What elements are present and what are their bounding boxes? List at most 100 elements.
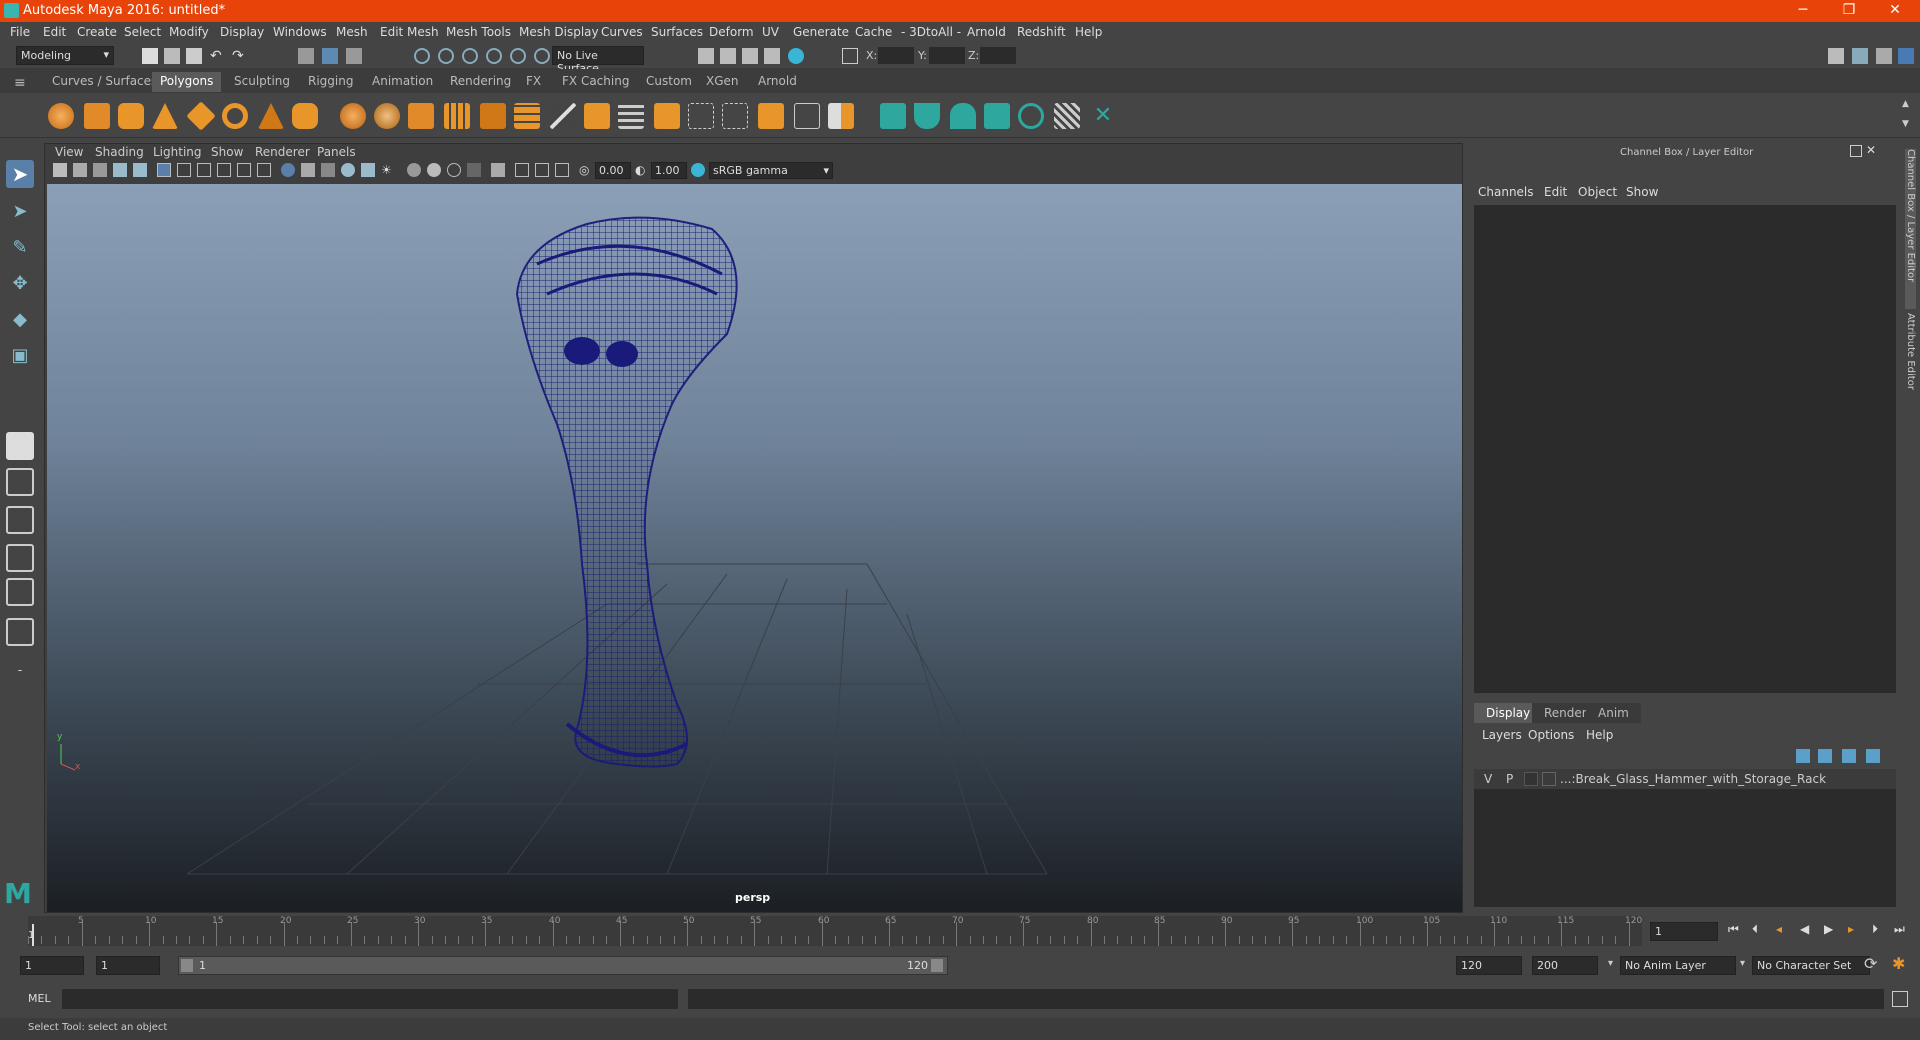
snap-surface-icon[interactable] (510, 48, 526, 64)
channel-box-toggle-icon[interactable] (1898, 48, 1914, 64)
menu-arnold[interactable]: Arnold (967, 25, 1006, 39)
playback-start-field[interactable]: 1 (96, 956, 160, 975)
shelf-tab-animation[interactable]: Animation (364, 72, 441, 92)
menu-deform[interactable]: Deform (709, 25, 754, 39)
step-forward-frame-icon[interactable]: ▸ (1848, 922, 1854, 936)
y-input[interactable] (929, 47, 965, 64)
film-gate-icon[interactable] (177, 163, 191, 177)
layer-menu-help[interactable]: Help (1586, 728, 1613, 742)
open-scene-icon[interactable] (164, 48, 180, 64)
gate-mask-icon[interactable] (217, 163, 231, 177)
shelf-scroll-down-icon[interactable]: ▼ (1902, 119, 1918, 135)
menu-mesh[interactable]: Mesh (336, 25, 368, 39)
poly-sphere-icon[interactable] (48, 103, 74, 129)
shelf-tab-polygons[interactable]: Polygons (152, 72, 222, 92)
hypershade-icon[interactable] (788, 48, 804, 64)
boolean-icon[interactable] (758, 103, 784, 129)
menu-3dtoall[interactable]: - 3DtoAll - (901, 25, 961, 39)
poly-cube-icon[interactable] (84, 103, 110, 129)
select-tool-icon[interactable]: ➤ (6, 160, 34, 188)
motion-blur-icon[interactable] (427, 163, 441, 177)
persp-graph-layout-icon[interactable] (6, 544, 34, 572)
step-forward-key-icon[interactable]: ⏵ (1872, 922, 1878, 937)
xray-components-icon[interactable] (555, 163, 569, 177)
gamma-icon[interactable]: ◐ (635, 163, 649, 177)
script-editor-icon[interactable] (1892, 991, 1908, 1007)
mode-dropdown[interactable]: Modeling ▾ (16, 46, 114, 65)
wireframe-on-shaded-icon[interactable] (321, 163, 335, 177)
menu-help[interactable]: Help (1075, 25, 1102, 39)
menu-surfaces[interactable]: Surfaces (651, 25, 703, 39)
uv-cylindrical-icon[interactable] (914, 103, 940, 129)
uv-layout-icon[interactable] (1054, 103, 1080, 129)
multi-cut-icon[interactable] (550, 103, 576, 129)
layer-playback-toggle[interactable]: P (1506, 772, 1513, 786)
camera-select-icon[interactable] (53, 163, 67, 177)
merge-icon[interactable] (794, 103, 820, 129)
new-layer-selected-icon[interactable] (1866, 749, 1880, 763)
ipr-render-icon[interactable] (742, 48, 758, 64)
poly-torus-icon[interactable] (222, 103, 248, 129)
gamma-field[interactable]: 1.00 (651, 162, 687, 179)
menu-uv[interactable]: UV (762, 25, 779, 39)
rotate-tool-icon[interactable]: ◆ (6, 306, 34, 334)
image-plane-icon[interactable] (113, 163, 127, 177)
xray-icon[interactable] (515, 163, 529, 177)
bridge-icon[interactable] (514, 103, 540, 129)
layer-row[interactable]: V P ...:Break_Glass_Hammer_with_Storage_… (1474, 769, 1896, 789)
menu-edit-mesh[interactable]: Edit Mesh (380, 25, 439, 39)
uv-editor-icon[interactable]: ✕ (1090, 103, 1116, 129)
menu-create[interactable]: Create (77, 25, 117, 39)
minimize-button[interactable]: ─ (1780, 0, 1826, 22)
mirror-icon[interactable] (828, 103, 854, 129)
shelf-tab-rendering[interactable]: Rendering (442, 72, 519, 92)
character-set-dropdown[interactable]: No Character Set (1752, 956, 1870, 975)
ambient-occlusion-icon[interactable] (407, 163, 421, 177)
layer-type-toggle[interactable] (1524, 772, 1538, 786)
color-space-dropdown[interactable]: sRGB gamma ▾ (709, 162, 833, 179)
outliner-layout-icon[interactable] (6, 578, 34, 606)
uv-auto-icon[interactable] (984, 103, 1010, 129)
float-panel-icon[interactable] (1850, 145, 1862, 157)
save-scene-icon[interactable] (186, 48, 202, 64)
step-back-frame-icon[interactable]: ◂ (1776, 922, 1782, 936)
shadows-icon[interactable]: ☀ (381, 163, 395, 177)
smooth-shade-icon[interactable] (301, 163, 315, 177)
anim-layer-dropdown[interactable]: No Anim Layer (1620, 956, 1736, 975)
cb-menu-edit[interactable]: Edit (1544, 185, 1567, 199)
shelf-scroll-up-icon[interactable]: ▲ (1902, 99, 1918, 115)
uv-planar-icon[interactable] (880, 103, 906, 129)
render-current-icon[interactable] (720, 48, 736, 64)
uv-unfold-icon[interactable] (1018, 103, 1044, 129)
menu-mesh-tools[interactable]: Mesh Tools (446, 25, 511, 39)
snap-point-icon[interactable] (462, 48, 478, 64)
fill-hole-icon[interactable] (654, 103, 680, 129)
go-to-start-icon[interactable]: ⏮ (1728, 922, 1739, 937)
viewport-menu-panels[interactable]: Panels (317, 145, 356, 159)
combine-icon[interactable] (340, 103, 366, 129)
range-end-handle[interactable] (931, 959, 943, 972)
xray-joints-icon[interactable] (535, 163, 549, 177)
cb-menu-show[interactable]: Show (1626, 185, 1658, 199)
use-lights-icon[interactable] (361, 163, 375, 177)
menu-select[interactable]: Select (124, 25, 161, 39)
layer-menu-options[interactable]: Options (1528, 728, 1574, 742)
go-to-end-icon[interactable]: ⏭ (1894, 922, 1905, 937)
four-view-layout-icon[interactable] (6, 468, 34, 496)
custom-layout-icon[interactable]: - (6, 656, 34, 684)
shelf-menu-icon[interactable]: ≡ (6, 73, 34, 93)
play-forward-icon[interactable]: ▶ (1824, 922, 1833, 936)
new-scene-icon[interactable] (142, 48, 158, 64)
menu-curves[interactable]: Curves (601, 25, 643, 39)
scale-tool-icon[interactable]: ▣ (6, 342, 34, 370)
shelf-tab-xgen[interactable]: XGen (698, 72, 747, 92)
select-component-icon[interactable] (346, 48, 362, 64)
time-slider[interactable]: 5 10 15 20 25 30 35 40 45 50 55 60 65 70 75 80 85 90 95 100… (28, 916, 1642, 946)
viewport-menu-view[interactable]: View (55, 145, 83, 159)
shelf-tab-curves-surfaces[interactable]: Curves / Surfaces (44, 72, 165, 92)
snap-live-icon[interactable] (534, 48, 550, 64)
shelf-tab-sculpting[interactable]: Sculpting (226, 72, 298, 92)
poly-plane-icon[interactable] (186, 101, 216, 131)
viewport-menu-renderer[interactable]: Renderer (255, 145, 310, 159)
close-panel-icon[interactable]: ✕ (1866, 143, 1878, 157)
